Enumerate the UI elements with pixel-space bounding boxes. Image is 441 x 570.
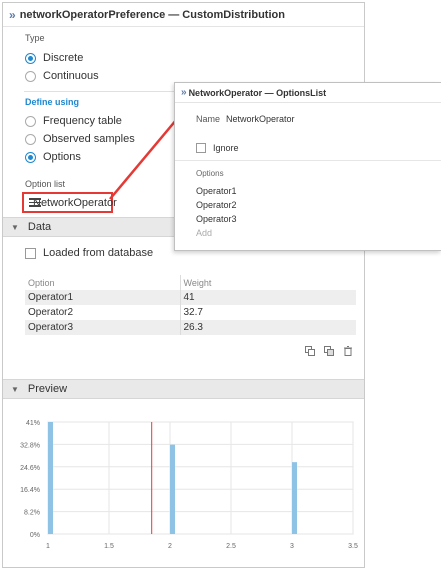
popup-ignore-box[interactable] — [196, 143, 206, 153]
radio-options[interactable]: Options — [25, 148, 135, 166]
define-using-group: Define using Frequency table Observed sa… — [25, 97, 135, 166]
radio-frequency-label: Frequency table — [43, 115, 122, 127]
table-header-row: Option Weight — [25, 275, 356, 290]
preview-chart: 41% 32.8% 24.6% 16.4% 8.2% 0% 1 1.5 2 2.5 3 3.5 — [20, 420, 358, 550]
preview-section-header[interactable]: ▼ Preview — [3, 379, 364, 399]
chart-bar — [48, 422, 53, 534]
popup-options-list: Operator1 Operator2 Operator3 Add — [196, 184, 237, 240]
chart-bar — [170, 444, 175, 534]
y-tick-label: 8.2% — [24, 510, 40, 517]
table-row[interactable]: Operator3 26.3 — [25, 320, 356, 335]
radio-discrete-label: Discrete — [43, 52, 84, 64]
popup-options-label: Options — [196, 169, 224, 178]
popup-ignore-label: Ignore — [213, 143, 239, 153]
data-section-title: Data — [27, 221, 52, 233]
type-group: Type Discrete Continuous — [25, 33, 99, 85]
radio-discrete-indicator[interactable] — [25, 52, 36, 64]
radio-observed-label: Observed samples — [43, 133, 135, 145]
radio-continuous-label: Continuous — [43, 70, 99, 82]
table-cell-weight[interactable]: 32.7 — [179, 305, 356, 320]
plot-frame — [47, 421, 354, 535]
popup-name-value[interactable]: NetworkOperator — [226, 114, 295, 124]
x-tick-label: 1.5 — [104, 543, 114, 550]
copy-icon[interactable] — [305, 346, 315, 356]
list-item[interactable]: Operator2 — [196, 198, 237, 212]
popup-title: NetworkOperator — OptionsList — [188, 87, 327, 98]
x-tick-label: 1 — [46, 543, 50, 550]
radio-options-indicator[interactable] — [25, 151, 36, 163]
list-item[interactable]: Operator3 — [196, 212, 237, 226]
y-tick-label: 0% — [30, 532, 40, 539]
table-cell-weight[interactable]: 41 — [179, 290, 356, 305]
preview-section-title: Preview — [27, 383, 68, 395]
duplicate-icon[interactable] — [324, 346, 334, 356]
chart-bar — [292, 462, 297, 534]
loaded-from-db-checkbox[interactable]: Loaded from database — [25, 244, 153, 262]
option-list-link[interactable]: NetworkOperator — [22, 192, 117, 213]
y-tick-label: 41% — [26, 420, 40, 427]
table-cell-option[interactable]: Operator2 — [25, 305, 180, 320]
panel-title-bar: » networkOperatorPreference — CustomDist… — [3, 3, 364, 27]
list-item[interactable]: Operator1 — [196, 184, 237, 198]
table-cell-option[interactable]: Operator1 — [25, 290, 180, 305]
table-row[interactable]: Operator2 32.7 — [25, 305, 356, 320]
radio-continuous[interactable]: Continuous — [25, 67, 99, 85]
divider — [175, 160, 441, 161]
loaded-from-db-box[interactable] — [25, 247, 36, 259]
collapse-caret-icon[interactable]: ▼ — [11, 385, 19, 394]
expand-chevrons-icon[interactable]: » — [181, 87, 186, 98]
column-header-option: Option — [28, 277, 55, 288]
panel-title: networkOperatorPreference — CustomDistri… — [19, 8, 285, 21]
loaded-from-db-label: Loaded from database — [43, 247, 154, 259]
weights-table: Option Weight Operator1 41 Operator2 32.… — [25, 275, 356, 335]
type-label: Type — [25, 33, 45, 43]
popup-title-bar: » NetworkOperator — OptionsList — [175, 83, 441, 103]
x-tick-label: 2 — [168, 543, 172, 550]
table-cell-weight[interactable]: 26.3 — [179, 320, 356, 335]
radio-frequency-table[interactable]: Frequency table — [25, 112, 135, 130]
table-row[interactable]: Operator1 41 — [25, 290, 356, 305]
x-tick-label: 3.5 — [348, 543, 358, 550]
collapse-caret-icon[interactable]: ▼ — [11, 223, 19, 232]
y-tick-label: 32.8% — [20, 442, 40, 449]
radio-options-label: Options — [43, 151, 81, 163]
popup-name-label: Name — [196, 114, 221, 124]
radio-observed-indicator[interactable] — [25, 133, 36, 145]
delete-icon[interactable] — [343, 346, 353, 356]
radio-frequency-indicator[interactable] — [25, 115, 36, 127]
option-list-label: Option list — [25, 179, 66, 189]
popup-ignore-checkbox[interactable]: Ignore — [196, 143, 239, 153]
y-tick-label: 24.6% — [20, 465, 40, 472]
x-tick-label: 2.5 — [226, 543, 236, 550]
table-cell-option[interactable]: Operator3 — [25, 320, 180, 335]
options-list-popup: » NetworkOperator — OptionsList Name Net… — [174, 82, 441, 251]
radio-observed-samples[interactable]: Observed samples — [25, 130, 135, 148]
define-using-label: Define using — [25, 97, 80, 107]
column-header-weight: Weight — [179, 275, 356, 290]
y-tick-label: 16.4% — [20, 487, 40, 494]
popup-add-button[interactable]: Add — [196, 226, 237, 240]
option-list-value: NetworkOperator — [33, 196, 117, 209]
radio-discrete[interactable]: Discrete — [25, 49, 99, 67]
expand-chevrons-icon[interactable]: » — [9, 8, 15, 22]
x-tick-label: 3 — [290, 543, 294, 550]
popup-name-row: Name NetworkOperator — [196, 114, 295, 124]
radio-continuous-indicator[interactable] — [25, 70, 36, 82]
